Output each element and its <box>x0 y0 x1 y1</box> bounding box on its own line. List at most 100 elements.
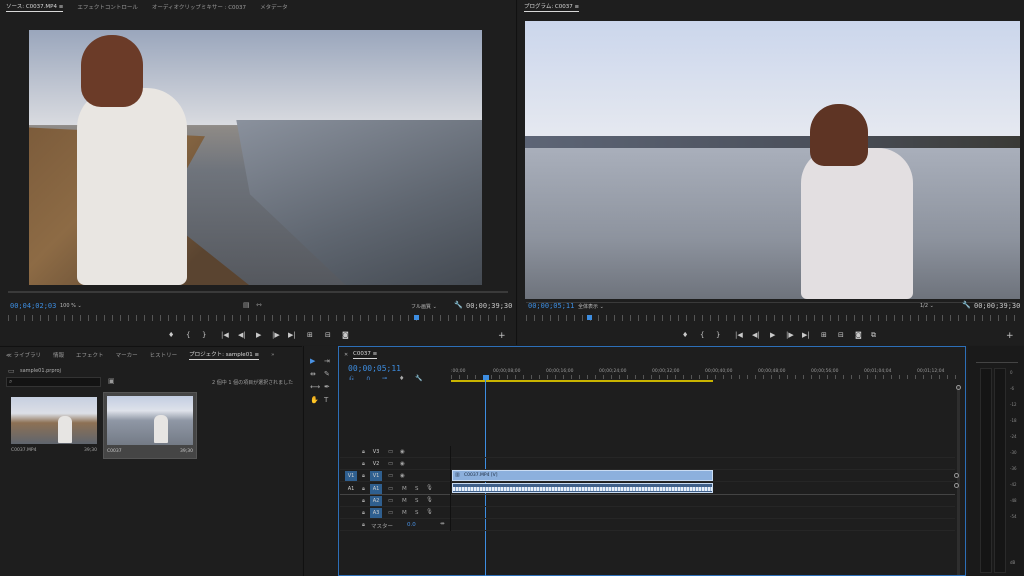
linked-selection-icon[interactable]: ⊸ <box>382 375 387 382</box>
source-timecode-current[interactable]: 00;04;02;03 <box>10 302 56 310</box>
eye-icon[interactable]: ◉ <box>400 449 405 455</box>
sync-lock-icon[interactable]: ▭ <box>388 510 393 516</box>
solo-button[interactable]: S <box>415 486 419 492</box>
track-end-marker-v[interactable] <box>954 473 959 478</box>
program-resolution-select[interactable]: 1/2 ⌄ <box>920 303 934 309</box>
type-tool-icon[interactable]: T <box>324 396 328 404</box>
mute-button[interactable]: M <box>402 498 407 504</box>
tab-program[interactable]: プログラム: C0037 ≡ <box>524 2 580 12</box>
timeline-playhead-head[interactable] <box>483 375 489 380</box>
tab-markers[interactable]: マーカー <box>116 351 138 359</box>
lift-icon[interactable]: ⊞ <box>821 331 827 339</box>
more-tabs-icon[interactable]: » <box>271 352 274 358</box>
pen-tool-icon[interactable]: ✒ <box>324 383 330 391</box>
sync-lock-icon[interactable]: ▭ <box>388 461 393 467</box>
go-to-in-icon[interactable]: |◀ <box>221 331 229 339</box>
eye-icon[interactable]: ◉ <box>400 461 405 467</box>
timeline-ruler[interactable]: :00;00 00;00;08;00 00;00;16;00 00;00;24;… <box>451 367 959 383</box>
master-expand-icon[interactable]: ⇹ <box>440 521 445 527</box>
lock-icon[interactable]: 🔒︎ <box>362 486 365 493</box>
track-label-v2[interactable]: V2 <box>370 459 382 469</box>
go-to-out-icon[interactable]: ▶| <box>288 331 296 339</box>
comparison-view-icon[interactable]: ⧉ <box>871 331 876 340</box>
razor-tool-icon[interactable]: ✎ <box>324 370 330 378</box>
nest-icon[interactable]: ⎌ <box>349 375 354 383</box>
program-go-to-out-icon[interactable]: ▶| <box>802 331 810 339</box>
new-bin-folder-icon[interactable]: ▣ <box>108 377 115 385</box>
project-search-input[interactable]: ⌕ <box>6 377 101 387</box>
microphone-icon[interactable]: 🎙︎ <box>426 509 433 515</box>
track-end-marker-a[interactable] <box>954 483 959 488</box>
overwrite-icon[interactable]: ⊟ <box>325 331 331 339</box>
tab-effect-controls[interactable]: エフェクトコントロール <box>77 3 138 11</box>
track-select-tool-icon[interactable]: ⇥ <box>324 357 330 365</box>
microphone-icon[interactable]: 🎙︎ <box>426 485 433 491</box>
project-item-sequence[interactable]: C0037 39;30 <box>103 392 197 459</box>
program-add-marker-icon[interactable]: ♦ <box>682 331 688 339</box>
track-label-a3[interactable]: A3 <box>370 508 382 518</box>
hand-tool-icon[interactable]: ✋ <box>310 396 319 404</box>
microphone-icon[interactable]: 🎙︎ <box>426 497 433 503</box>
audio-clip-a1[interactable] <box>452 483 713 493</box>
track-label-v1[interactable]: V1 <box>370 471 382 481</box>
timeline-close-icon[interactable]: ✕ <box>344 352 348 358</box>
program-mark-out-icon[interactable]: } <box>716 331 720 339</box>
program-step-back-icon[interactable]: ◀| <box>752 331 760 339</box>
master-lock-icon[interactable]: 🔒︎ <box>362 522 365 529</box>
add-marker-icon[interactable]: ♦ <box>168 331 174 339</box>
tab-audio-clip-mixer[interactable]: オーディオクリップミキサー : C0037 <box>152 3 246 11</box>
source-zoom-select[interactable]: 100 % ⌄ <box>60 303 82 309</box>
source-mini-ruler[interactable] <box>8 315 508 321</box>
tab-metadata[interactable]: メタデータ <box>260 3 288 11</box>
program-video-frame[interactable] <box>525 21 1020 299</box>
step-forward-icon[interactable]: |▶ <box>272 331 280 339</box>
step-back-icon[interactable]: ◀| <box>238 331 246 339</box>
program-mark-in-icon[interactable]: { <box>700 331 704 339</box>
program-playhead[interactable] <box>587 315 592 320</box>
source-drag-icon[interactable]: ⇿ <box>256 301 262 309</box>
snap-magnet-icon[interactable]: ∩ <box>366 375 370 382</box>
source-playhead[interactable] <box>414 315 419 320</box>
sync-lock-icon[interactable]: ▭ <box>388 486 393 492</box>
slip-tool-icon[interactable]: ⟷ <box>310 383 320 391</box>
timeline-sequence-tab[interactable]: C0037 ≡ <box>353 351 378 359</box>
work-area-bar[interactable] <box>451 380 713 382</box>
insert-icon[interactable]: ⊞ <box>307 331 313 339</box>
sync-lock-icon[interactable]: ▭ <box>388 498 393 504</box>
source-resolution-select[interactable]: フル画質 ⌄ <box>411 303 437 310</box>
mute-button[interactable]: M <box>402 486 407 492</box>
source-patch-v1[interactable]: V1 <box>345 471 357 481</box>
source-settings-wrench-icon[interactable]: 🔧 <box>454 301 463 309</box>
export-frame-camera-icon[interactable]: ◙ <box>342 331 349 339</box>
track-label-a1[interactable]: A1 <box>370 484 382 494</box>
tab-source[interactable]: ソース: C0037.MP4 ≡ <box>6 2 64 12</box>
extract-icon[interactable]: ⊟ <box>838 331 844 339</box>
program-timecode-current[interactable]: 00;00;05;11 <box>528 302 574 310</box>
scroll-handle-top[interactable] <box>956 385 961 390</box>
program-export-frame-camera-icon[interactable]: ◙ <box>855 331 862 339</box>
track-label-v3[interactable]: V3 <box>370 447 382 457</box>
solo-button[interactable]: S <box>415 498 419 504</box>
source-patch-a1[interactable]: A1 <box>345 484 357 494</box>
timeline-settings-wrench-icon[interactable]: 🔧 <box>415 375 422 382</box>
program-fit-select[interactable]: 全体表示 ⌄ <box>578 303 604 310</box>
tab-history[interactable]: ヒストリー <box>150 351 178 359</box>
video-clip-v1[interactable]: ▥ C0037.MP4 [V] <box>452 470 713 481</box>
mark-in-icon[interactable]: { <box>186 331 190 339</box>
tab-project[interactable]: プロジェクト: sample01 ≡ <box>189 350 260 360</box>
lock-icon[interactable]: 🔒︎ <box>362 498 365 505</box>
lock-icon[interactable]: 🔒︎ <box>362 449 365 456</box>
source-video-frame[interactable] <box>29 30 482 285</box>
master-volume-value[interactable]: 0.0 <box>407 522 416 528</box>
play-icon[interactable]: ▶ <box>256 331 261 339</box>
program-settings-wrench-icon[interactable]: 🔧 <box>962 301 971 309</box>
lock-icon[interactable]: 🔒︎ <box>362 461 365 468</box>
tab-libraries[interactable]: ≪ ライブラリ <box>6 351 41 359</box>
selection-tool-icon[interactable]: ▶ <box>310 357 315 365</box>
timeline-vertical-scrollbar[interactable] <box>956 385 961 575</box>
sync-lock-icon[interactable]: ▭ <box>388 449 393 455</box>
tab-info[interactable]: 情報 <box>53 351 64 359</box>
track-label-a2[interactable]: A2 <box>370 496 382 506</box>
mark-out-icon[interactable]: } <box>202 331 206 339</box>
mute-button[interactable]: M <box>402 510 407 516</box>
